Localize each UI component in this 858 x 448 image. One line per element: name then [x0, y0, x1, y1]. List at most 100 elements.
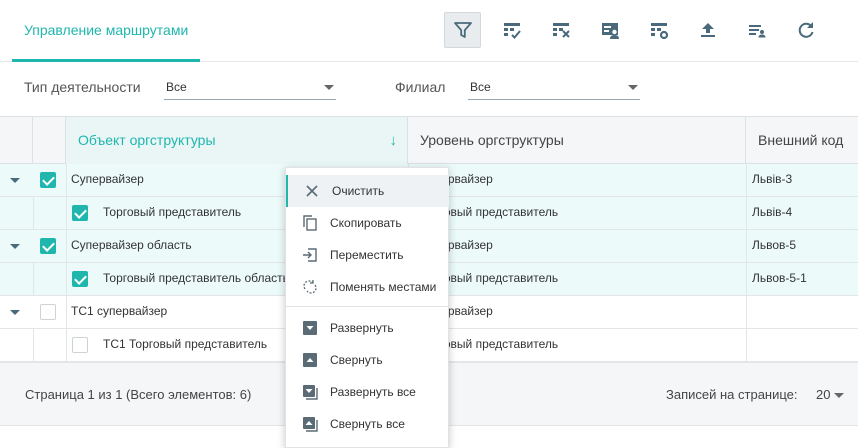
menu-item-label: Развернуть	[330, 321, 394, 335]
cell-external-code: Львов-5	[752, 238, 797, 252]
table-remove-icon	[552, 23, 570, 38]
page-size-label: Записей на странице:	[666, 387, 798, 402]
activity-type-label: Тип деятельности	[24, 79, 141, 95]
menu-item-move[interactable]: Переместить	[286, 239, 449, 271]
chevron-down-icon[interactable]	[10, 310, 20, 315]
branch-select[interactable]: Все	[468, 76, 640, 100]
header: Управление маршрутами	[0, 0, 858, 62]
row-checkbox[interactable]	[40, 304, 56, 320]
page-info: Страница 1 из 1 (Всего элементов: 6)	[25, 387, 252, 402]
column-divider	[746, 329, 747, 361]
menu-item-collapse-all[interactable]: Свернуть все	[286, 408, 449, 440]
menu-item-label: Очистить	[332, 184, 385, 198]
header-expand-cell	[0, 117, 33, 164]
arrow-down-icon[interactable]: ↓	[390, 117, 398, 164]
menu-item-expand-all[interactable]: Развернуть все	[286, 376, 449, 408]
menu-item-label: Свернуть	[330, 353, 383, 367]
cell-external-code: Львів-3	[752, 172, 793, 186]
menu-item-label: Свернуть все	[330, 417, 405, 431]
upload-button[interactable]	[689, 12, 726, 48]
row-checkbox[interactable]	[72, 337, 88, 353]
menu-item-label: Развернуть все	[330, 385, 416, 399]
row-checkbox[interactable]	[72, 271, 88, 287]
cell-external-code: Львів-4	[752, 205, 793, 219]
table-remove-button[interactable]	[542, 12, 579, 48]
menu-item-copy[interactable]: Скопировать	[286, 207, 449, 239]
column-divider	[66, 197, 67, 229]
column-divider	[66, 263, 67, 295]
move-icon	[303, 248, 317, 262]
column-divider	[746, 230, 747, 262]
branch-value: Все	[470, 80, 491, 94]
context-menu: Очистить Скопировать Переместить Поменят…	[285, 167, 449, 448]
upload-icon	[700, 23, 715, 37]
cell-level: Супервайзер	[420, 172, 493, 186]
column-divider	[33, 263, 34, 295]
menu-item-expand[interactable]: Развернуть	[286, 312, 449, 344]
page-size-select[interactable]: 20	[816, 387, 845, 402]
cell-external-code: Львов-5-1	[752, 271, 807, 285]
cell-level: Супервайзер	[420, 238, 493, 252]
menu-separator	[286, 306, 449, 307]
chevron-down-icon	[628, 85, 638, 90]
column-divider	[746, 197, 747, 229]
grid-header: Объект оргструктуры ↓ Уровень оргструкту…	[0, 116, 858, 164]
cell-level: Супервайзер	[420, 304, 493, 318]
refresh-button[interactable]	[787, 12, 824, 48]
collapse-icon	[303, 353, 317, 367]
expand-all-icon	[303, 385, 318, 400]
user-card-button[interactable]	[591, 12, 628, 48]
menu-item-clear[interactable]: Очистить	[286, 175, 449, 207]
cell-external-code	[752, 296, 856, 329]
close-icon	[306, 185, 318, 197]
column-header-external-code[interactable]: Внешний код	[746, 117, 858, 164]
cell-external-code	[752, 329, 856, 362]
list-user-button[interactable]	[738, 12, 775, 48]
column-divider	[746, 263, 747, 295]
chevron-down-icon	[324, 85, 334, 90]
filter-button[interactable]	[444, 12, 481, 48]
column-header-level[interactable]: Уровень оргструктуры	[408, 117, 746, 164]
column-divider	[66, 164, 67, 196]
expand-icon	[303, 321, 317, 335]
table-check-icon	[503, 23, 521, 39]
menu-item-label: Поменять местами	[330, 280, 437, 294]
chevron-down-icon	[834, 393, 845, 399]
column-divider	[33, 197, 34, 229]
collapse-all-icon	[303, 417, 318, 432]
column-divider	[746, 296, 747, 328]
list-user-icon	[748, 25, 765, 38]
table-settings-icon	[650, 23, 668, 40]
page-size-value: 20	[816, 387, 831, 402]
copy-icon	[303, 215, 317, 231]
toolbar	[444, 12, 836, 48]
table-settings-button[interactable]	[640, 12, 677, 48]
row-checkbox[interactable]	[40, 238, 56, 254]
refresh-icon	[798, 22, 813, 38]
user-card-icon	[601, 23, 619, 39]
header-select-cell	[33, 117, 66, 164]
row-checkbox[interactable]	[72, 205, 88, 221]
column-divider	[33, 329, 34, 361]
tab-route-management[interactable]: Управление маршрутами	[12, 0, 201, 62]
table-check-button[interactable]	[493, 12, 530, 48]
filters-bar: Тип деятельности Все Филиал Все	[0, 62, 858, 115]
chevron-down-icon[interactable]	[10, 244, 20, 249]
column-divider	[746, 164, 747, 196]
activity-type-value: Все	[166, 80, 187, 94]
swap-icon	[303, 280, 317, 294]
chevron-down-icon[interactable]	[10, 178, 20, 183]
row-checkbox[interactable]	[40, 172, 56, 188]
column-divider	[66, 296, 67, 328]
menu-item-swap[interactable]: Поменять местами	[286, 271, 449, 303]
column-divider	[66, 230, 67, 262]
branch-label: Филиал	[395, 79, 446, 95]
menu-item-label: Скопировать	[330, 216, 402, 230]
column-header-object[interactable]: Объект оргструктуры ↓	[66, 117, 408, 164]
activity-type-select[interactable]: Все	[164, 76, 336, 100]
column-header-object-label: Объект оргструктуры	[78, 132, 216, 148]
filter-icon	[453, 22, 472, 38]
menu-item-label: Переместить	[330, 248, 404, 262]
cell-level: Торговый представитель	[420, 205, 559, 219]
menu-item-collapse[interactable]: Свернуть	[286, 344, 449, 376]
